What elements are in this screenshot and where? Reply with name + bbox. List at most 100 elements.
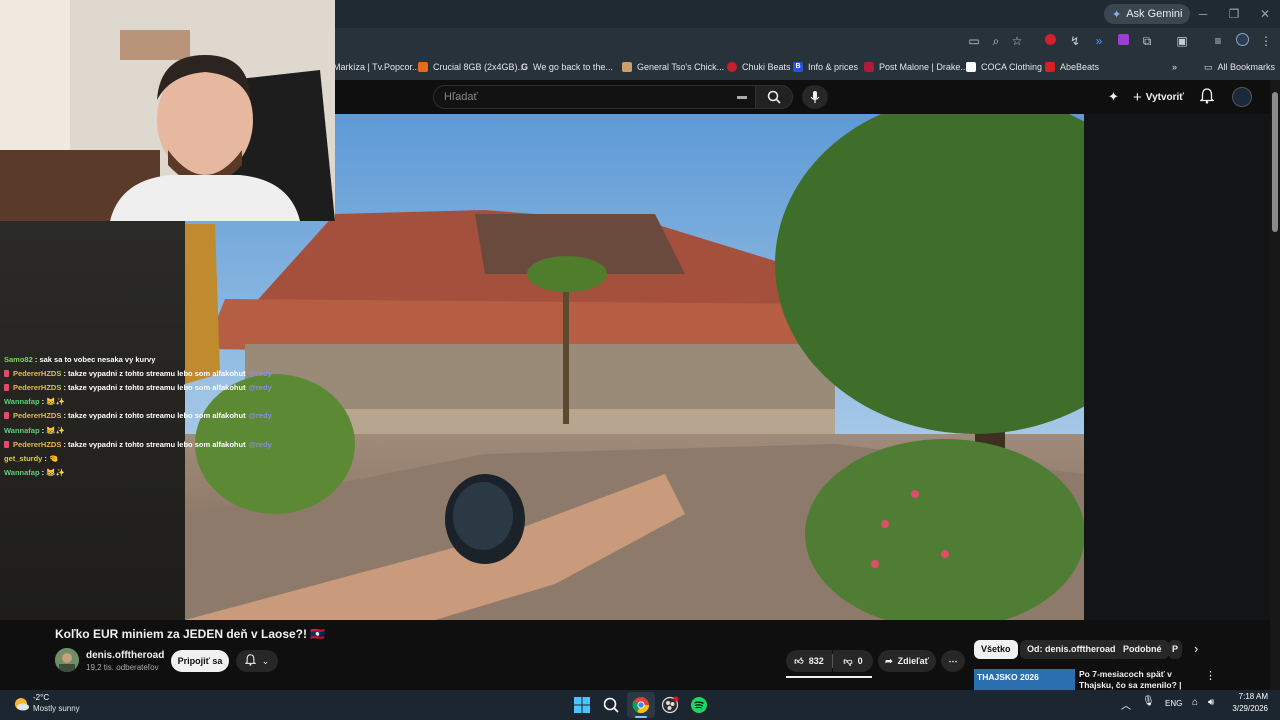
bookmark-item[interactable]: Post Malone | Drake... [864, 59, 968, 75]
chat-text: takze vypadni z tohto streamu lebo som a… [68, 411, 246, 421]
dislike-count: 0 [857, 656, 863, 666]
chat-text: 😹✨ [46, 425, 65, 435]
language-indicator[interactable]: ENG [1165, 699, 1182, 708]
bookmark-favicon-icon [727, 62, 737, 72]
bookmark-item[interactable]: COCA Clothing [966, 59, 1042, 75]
bookmark-item[interactable]: G We go back to the... [521, 59, 613, 75]
chat-username: get_sturdy [4, 453, 43, 463]
bookmark-item[interactable]: B Info & prices [793, 59, 858, 75]
suggested-menu-icon[interactable]: ⋮ [1205, 669, 1216, 683]
bookmark-item[interactable]: Chuki Beats [727, 59, 791, 75]
chat-text: sak sa to vobec nesaka vy kurvy [39, 355, 156, 364]
share-label: Zdieľať [897, 656, 929, 666]
like-count: 832 [808, 656, 824, 666]
bookmark-star-icon[interactable]: ☆ [1009, 33, 1025, 49]
subscriber-count: 19,2 tis. odberateľov [86, 663, 159, 672]
weather-sun-icon[interactable] [12, 695, 30, 713]
suggested-video-title[interactable]: Po 7-mesiacoch späť v Thajsku, čo sa zme… [1079, 669, 1199, 690]
webcam-overlay [0, 0, 335, 221]
bookmark-favicon-icon [864, 62, 874, 72]
chip-all[interactable]: Všetko [974, 640, 1018, 659]
bookmark-label: Info & prices [808, 62, 859, 72]
obs-icon[interactable] [661, 696, 679, 714]
taskbar-search-icon[interactable] [602, 696, 620, 714]
account-avatar[interactable] [1232, 87, 1252, 107]
tray-overflow-chevron-icon[interactable]: ︿ [1121, 697, 1131, 712]
chat-message: Wannafap : 😹✨ [4, 397, 65, 406]
chat-text: 😹✨ [46, 467, 65, 477]
scrollbar-thumb[interactable] [1272, 92, 1278, 232]
bookmark-label: Chuki Beats [742, 62, 791, 72]
more-actions-button[interactable]: ⋯ [941, 650, 965, 672]
notifications-bell-icon[interactable] [1199, 88, 1216, 104]
extensions-puzzle-icon[interactable]: ⧉ [1139, 33, 1155, 49]
more-menu-icon[interactable]: ⋮ [1258, 33, 1274, 49]
extension-blue-icon[interactable]: » [1091, 33, 1107, 49]
chip-related[interactable]: Podobné [1116, 640, 1169, 659]
clock-time[interactable]: 7:18 AM [1224, 692, 1268, 701]
suggested-video-thumbnail[interactable]: THAJSKO 2026 [974, 669, 1075, 690]
extension-gray-icon[interactable]: ↯ [1067, 33, 1083, 49]
all-bookmarks-button[interactable]: ▭ All Bookmarks [1204, 59, 1275, 75]
tab-search-icon[interactable]: ▣ [1174, 33, 1190, 49]
dislike-button[interactable]: 👎︎ 0 [833, 650, 873, 672]
video-title: Koľko EUR miniem za JEDEN deň v Laose?! … [55, 627, 326, 641]
channel-name[interactable]: denis.offtheroad [86, 650, 164, 661]
chip-from-channel[interactable]: Od: denis.offtheroad [1020, 640, 1123, 659]
voice-search-button[interactable] [802, 85, 828, 109]
more-horizontal-icon: ⋯ [948, 655, 958, 666]
bookmark-label: Crucial 8GB (2x4GB)... [433, 62, 526, 72]
network-icon[interactable]: ⌂ [1192, 697, 1198, 708]
bookmark-item[interactable]: Markíza | Tv.Popcor... [333, 59, 420, 75]
search-input[interactable]: Hľadať ▬ [433, 85, 755, 109]
bookmark-favicon-icon [966, 62, 976, 72]
volume-icon[interactable]: 🔊︎ [1208, 697, 1214, 708]
minimize-icon[interactable]: ─ [1195, 6, 1211, 22]
chat-mention: @redy [248, 383, 272, 393]
chevron-right-icon[interactable]: › [1194, 641, 1208, 657]
join-button[interactable]: Pripojiť sa [171, 650, 229, 672]
bookmark-favicon-icon: B [793, 62, 803, 72]
chat-badge-icon [4, 440, 9, 448]
search-placeholder: Hľadať [444, 91, 478, 103]
create-button[interactable]: + Vytvoriť [1133, 87, 1184, 107]
chip-more[interactable]: P [1168, 640, 1182, 659]
chat-username: Wannafap [4, 425, 40, 435]
extension-red-icon[interactable] [1042, 33, 1058, 49]
close-icon[interactable]: ✕ [1257, 6, 1273, 22]
restore-icon[interactable]: ❐ [1226, 6, 1242, 22]
keyboard-icon[interactable]: ▬ [737, 86, 747, 108]
gamepad-icon[interactable]: ✦ [1108, 89, 1124, 105]
chat-badge-icon [4, 384, 9, 392]
start-windows-icon[interactable] [573, 696, 591, 714]
microphone-icon [810, 91, 820, 103]
chat-message: Wannafap : 😹✨ [4, 426, 65, 435]
search-button[interactable] [755, 85, 793, 109]
bookmarks-overflow-icon[interactable]: » [1172, 59, 1177, 75]
chat-username: Wannafap [4, 467, 40, 477]
gemini-icon: ✦ [1112, 8, 1122, 21]
ask-gemini-button[interactable]: ✦ Ask Gemini [1104, 4, 1191, 24]
bookmark-favicon-icon [1045, 62, 1055, 72]
microphone-tray-icon[interactable]: 🎙︎ [1142, 696, 1155, 707]
reading-list-icon[interactable]: ≡ [1210, 33, 1226, 49]
cast-icon[interactable]: ▭ [966, 33, 982, 49]
weather-description: Mostly sunny [33, 704, 80, 713]
thumbs-down-icon: 👎︎ [843, 655, 853, 666]
chat-message: Samo82 : sak sa to vobec nesaka vy kurvy [4, 355, 155, 364]
like-button[interactable]: 👍︎ 832 [786, 650, 832, 672]
bookmark-item[interactable]: Crucial 8GB (2x4GB)... [418, 59, 525, 75]
channel-avatar[interactable] [55, 648, 79, 672]
share-button[interactable]: ➦ Zdieľať [878, 650, 936, 672]
bookmark-item[interactable]: General Tso's Chick... [622, 59, 724, 75]
folder-icon: ▭ [1204, 61, 1213, 72]
bookmark-item[interactable]: AbeBeats [1045, 59, 1099, 75]
zoom-icon[interactable]: ⌕ [988, 33, 1004, 49]
extension-purple-icon[interactable] [1115, 33, 1131, 49]
spotify-icon[interactable] [690, 696, 708, 714]
subscription-bell-button[interactable]: ⌄ [236, 650, 278, 672]
like-ratio-bar [786, 676, 872, 678]
clock-date[interactable]: 3/29/2026 [1224, 704, 1268, 713]
profile-avatar-icon[interactable] [1234, 33, 1250, 49]
chat-text: 🤏 [49, 453, 59, 463]
